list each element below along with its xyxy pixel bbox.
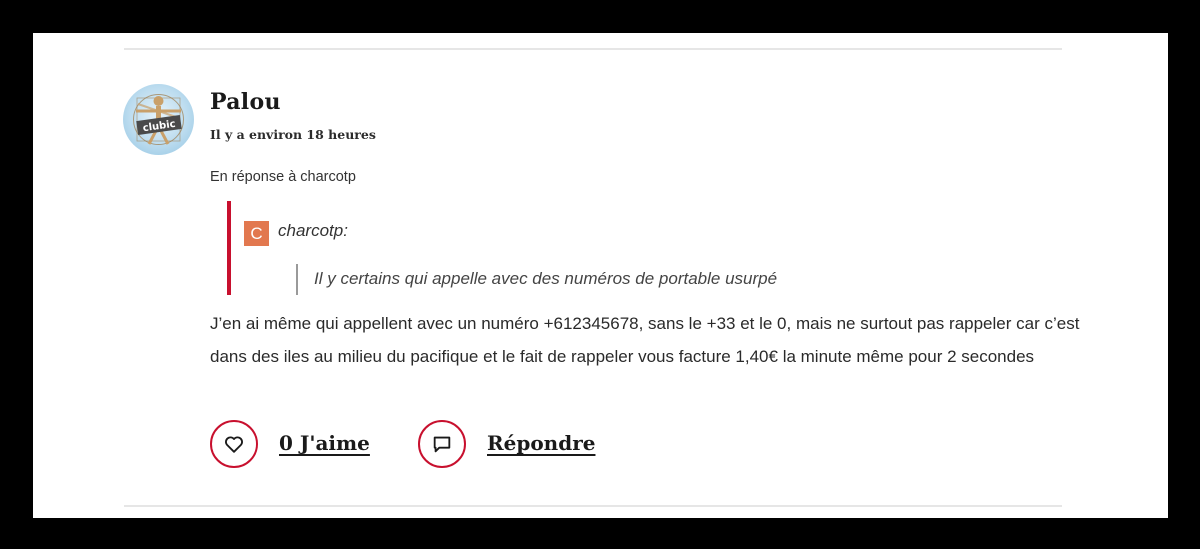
in-reply-to-label: En réponse à charcotp xyxy=(210,169,356,185)
reply-link[interactable]: Répondre xyxy=(487,431,595,455)
quote-accent-bar xyxy=(227,201,231,295)
comment-author[interactable]: Palou xyxy=(210,89,281,115)
quote-text: Il y certains qui appelle avec des numér… xyxy=(314,269,778,288)
reply-button[interactable] xyxy=(418,420,466,468)
top-divider xyxy=(124,48,1062,50)
quote-author: charcotp: xyxy=(278,221,348,240)
comment-timestamp: Il y a environ 18 heures xyxy=(210,127,376,142)
comment-card: clubic Palou Il y a environ 18 heures En… xyxy=(33,33,1168,518)
bottom-divider xyxy=(124,505,1062,507)
comment-body: J’en ai même qui appellent avec un numér… xyxy=(210,314,1080,366)
avatar[interactable]: clubic xyxy=(123,84,194,155)
heart-icon xyxy=(225,436,243,453)
quote-author-avatar: C xyxy=(244,221,269,246)
vitruvian-avatar-image: clubic xyxy=(133,94,184,145)
like-count-link[interactable]: 0 J'aime xyxy=(279,431,370,455)
inner-quote-bar xyxy=(296,264,298,295)
like-button[interactable] xyxy=(210,420,258,468)
speech-bubble-icon xyxy=(433,436,451,453)
